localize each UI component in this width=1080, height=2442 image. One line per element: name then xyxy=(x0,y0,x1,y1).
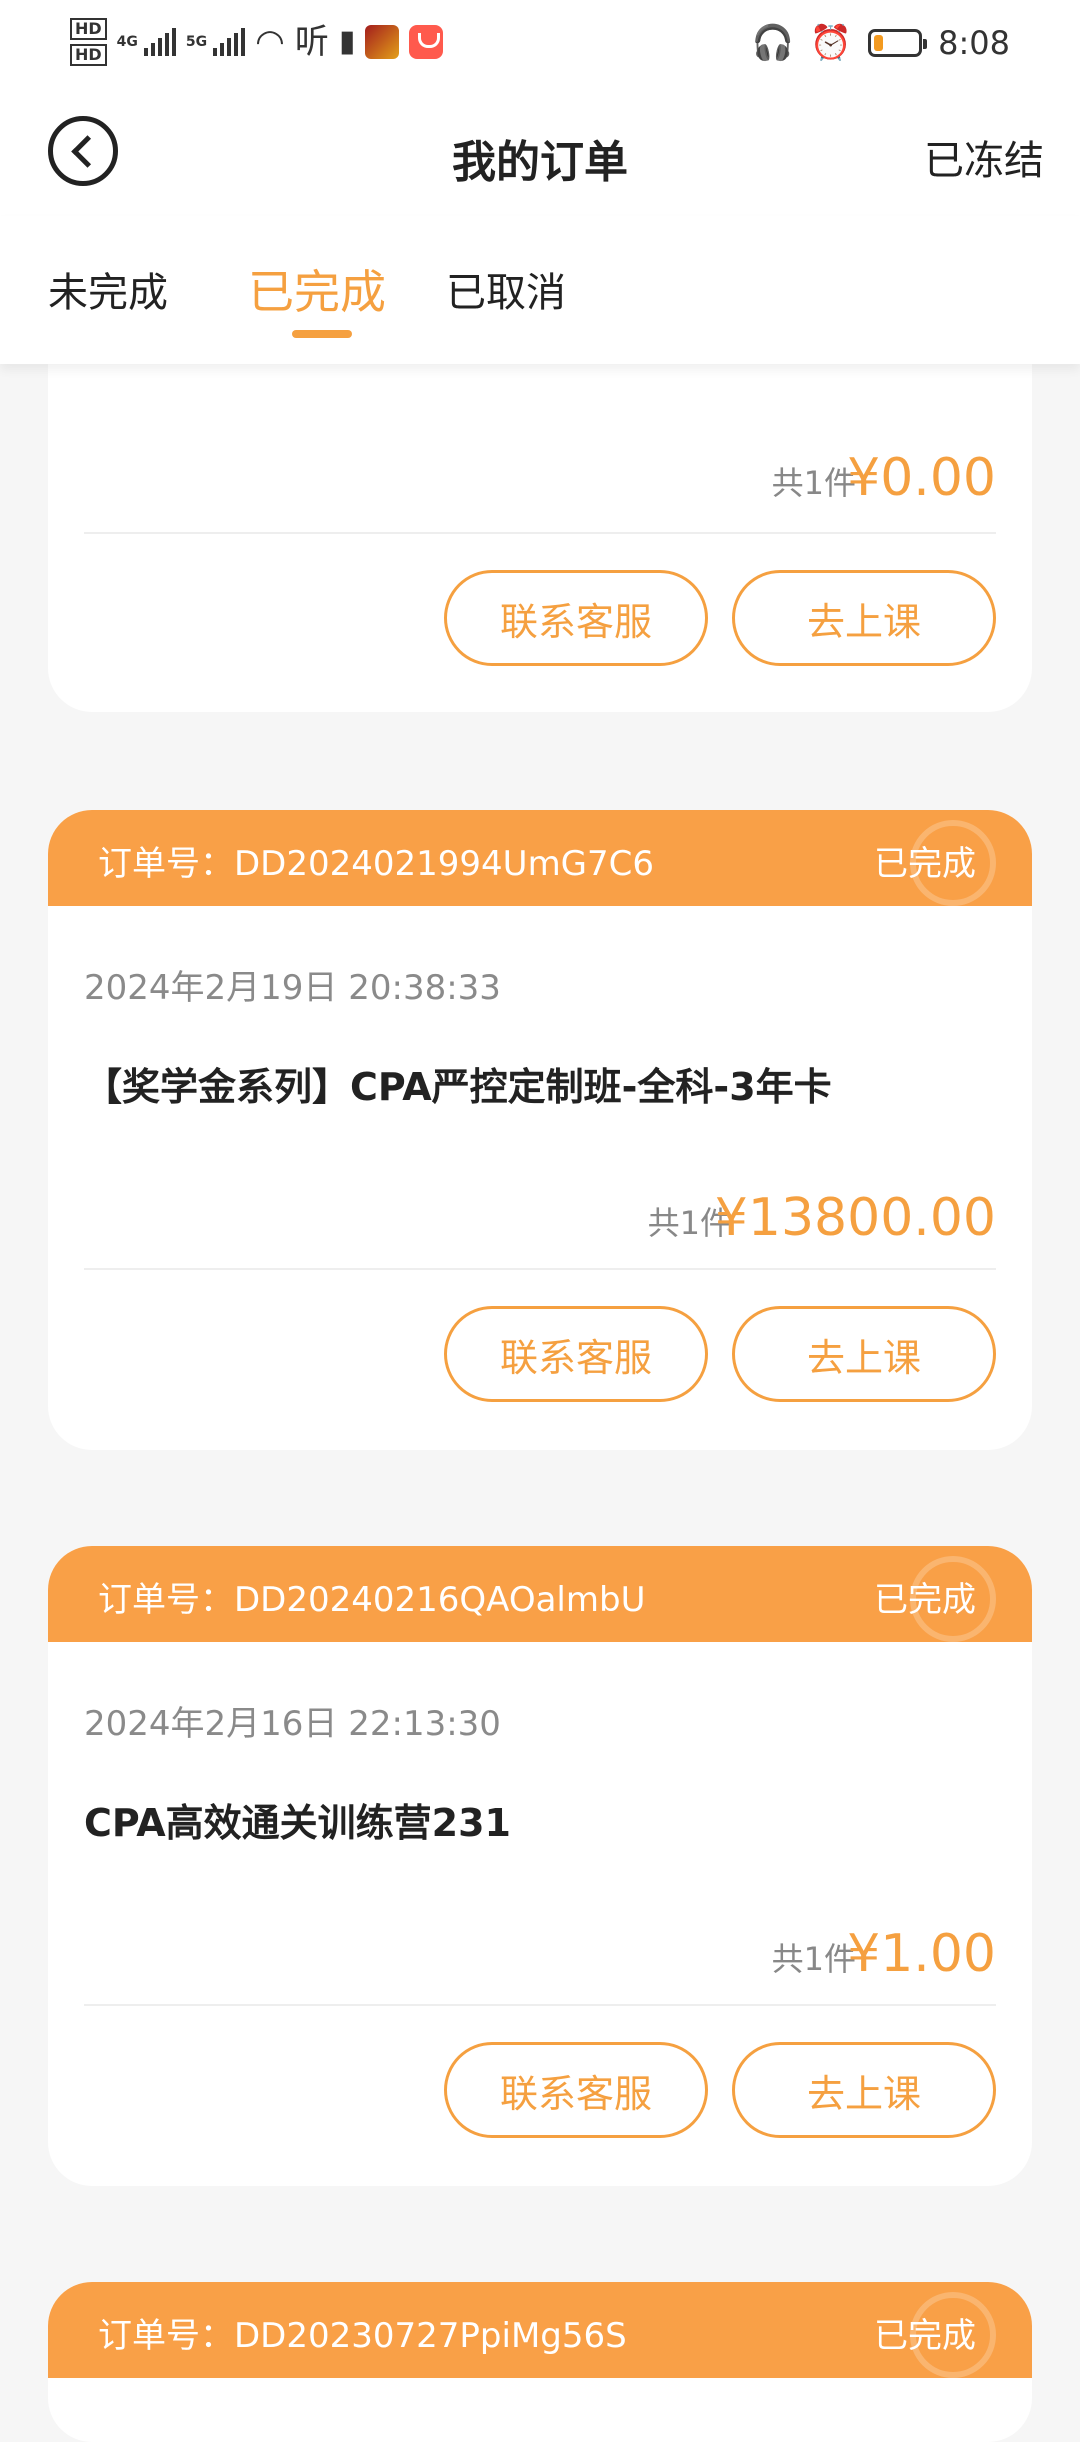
wifi-icon: ◠ xyxy=(255,22,285,62)
divider xyxy=(84,2004,996,2006)
headphones-icon: 🎧 xyxy=(751,23,794,63)
order-number: 订单号：DD20240216QAOalmbU xyxy=(98,1580,646,1620)
order-number: 订单号：DD2024021994UmG7C6 xyxy=(98,844,655,884)
order-status: 已完成 xyxy=(874,2316,976,2356)
order-status: 已完成 xyxy=(874,844,976,884)
network-label-1: 4G xyxy=(116,34,138,50)
order-card-header: 订单号：DD20230727PpiMg56S 已完成 xyxy=(48,2282,1032,2378)
order-card: 订单号：DD2024021994UmG7C6 已完成 2024年2月19日 20… xyxy=(48,810,1032,1450)
order-date: 2024年2月16日 22:13:30 xyxy=(84,1704,501,1744)
item-count: 共1件 xyxy=(771,464,856,502)
go-to-class-button[interactable]: 去上课 xyxy=(732,570,996,666)
order-price: ¥13800.00 xyxy=(714,1188,996,1248)
order-date: 2024年2月19日 20:38:33 xyxy=(84,968,501,1008)
product-name: CPA高效通关训练营231 xyxy=(84,1801,511,1845)
game-app-icon xyxy=(365,25,400,59)
ting-icon: 听 xyxy=(294,22,329,62)
order-card-header: 订单号：DD20240216QAOalmbU 已完成 xyxy=(48,1546,1032,1642)
tab-incomplete[interactable]: 未完成 xyxy=(48,260,168,318)
clock: 8:08 xyxy=(938,24,1010,62)
network-label-2: 5G xyxy=(185,34,208,50)
go-to-class-button[interactable]: 去上课 xyxy=(732,2042,996,2138)
item-count: 共1件 xyxy=(771,1940,856,1978)
frozen-orders-link[interactable]: 已冻结 xyxy=(924,128,1044,186)
contact-service-button[interactable]: 联系客服 xyxy=(444,2042,708,2138)
order-card: 订单号：DD20240216QAOalmbU 已完成 2024年2月16日 22… xyxy=(48,1546,1032,2186)
shopping-app-icon xyxy=(409,25,444,59)
contact-service-button[interactable]: 联系客服 xyxy=(444,1306,708,1402)
alert-icon: ▮ xyxy=(338,24,356,59)
order-card: 订单号：DD20230727PpiMg56S 已完成 xyxy=(48,2282,1032,2442)
signal-icon xyxy=(143,28,176,56)
signal-icon-2 xyxy=(213,28,246,56)
status-left: HD HD 4G 5G ◠ 听 ▮ xyxy=(70,18,444,66)
tab-completed[interactable]: 已完成 xyxy=(248,256,386,322)
battery-icon xyxy=(868,29,928,57)
header: 我的订单 已冻结 xyxy=(0,96,1080,216)
status-right: 🎧 ⏰ 8:08 xyxy=(751,24,1010,62)
tab-cancelled[interactable]: 已取消 xyxy=(446,260,566,318)
order-price: ¥0.00 xyxy=(847,448,996,508)
order-tabs: 未完成 已完成 已取消 xyxy=(0,216,1080,364)
order-card-header: 订单号：DD2024021994UmG7C6 已完成 xyxy=(48,810,1032,906)
active-tab-indicator xyxy=(292,330,352,338)
page-title: 我的订单 xyxy=(452,137,628,188)
divider xyxy=(84,1268,996,1270)
order-price: ¥1.00 xyxy=(847,1924,996,1984)
order-status: 已完成 xyxy=(874,1580,976,1620)
divider xyxy=(84,532,996,534)
contact-service-button[interactable]: 联系客服 xyxy=(444,570,708,666)
status-bar: HD HD 4G 5G ◠ 听 ▮ 🎧 ⏰ 8:08 xyxy=(0,0,1080,96)
order-number: 订单号：DD20230727PpiMg56S xyxy=(98,2316,627,2356)
hd-icon: HD HD xyxy=(70,18,107,66)
go-to-class-button[interactable]: 去上课 xyxy=(732,1306,996,1402)
alarm-icon: ⏰ xyxy=(809,23,853,63)
product-name: 【奖学金系列】CPA严控定制班-全科-3年卡 xyxy=(84,1065,832,1109)
